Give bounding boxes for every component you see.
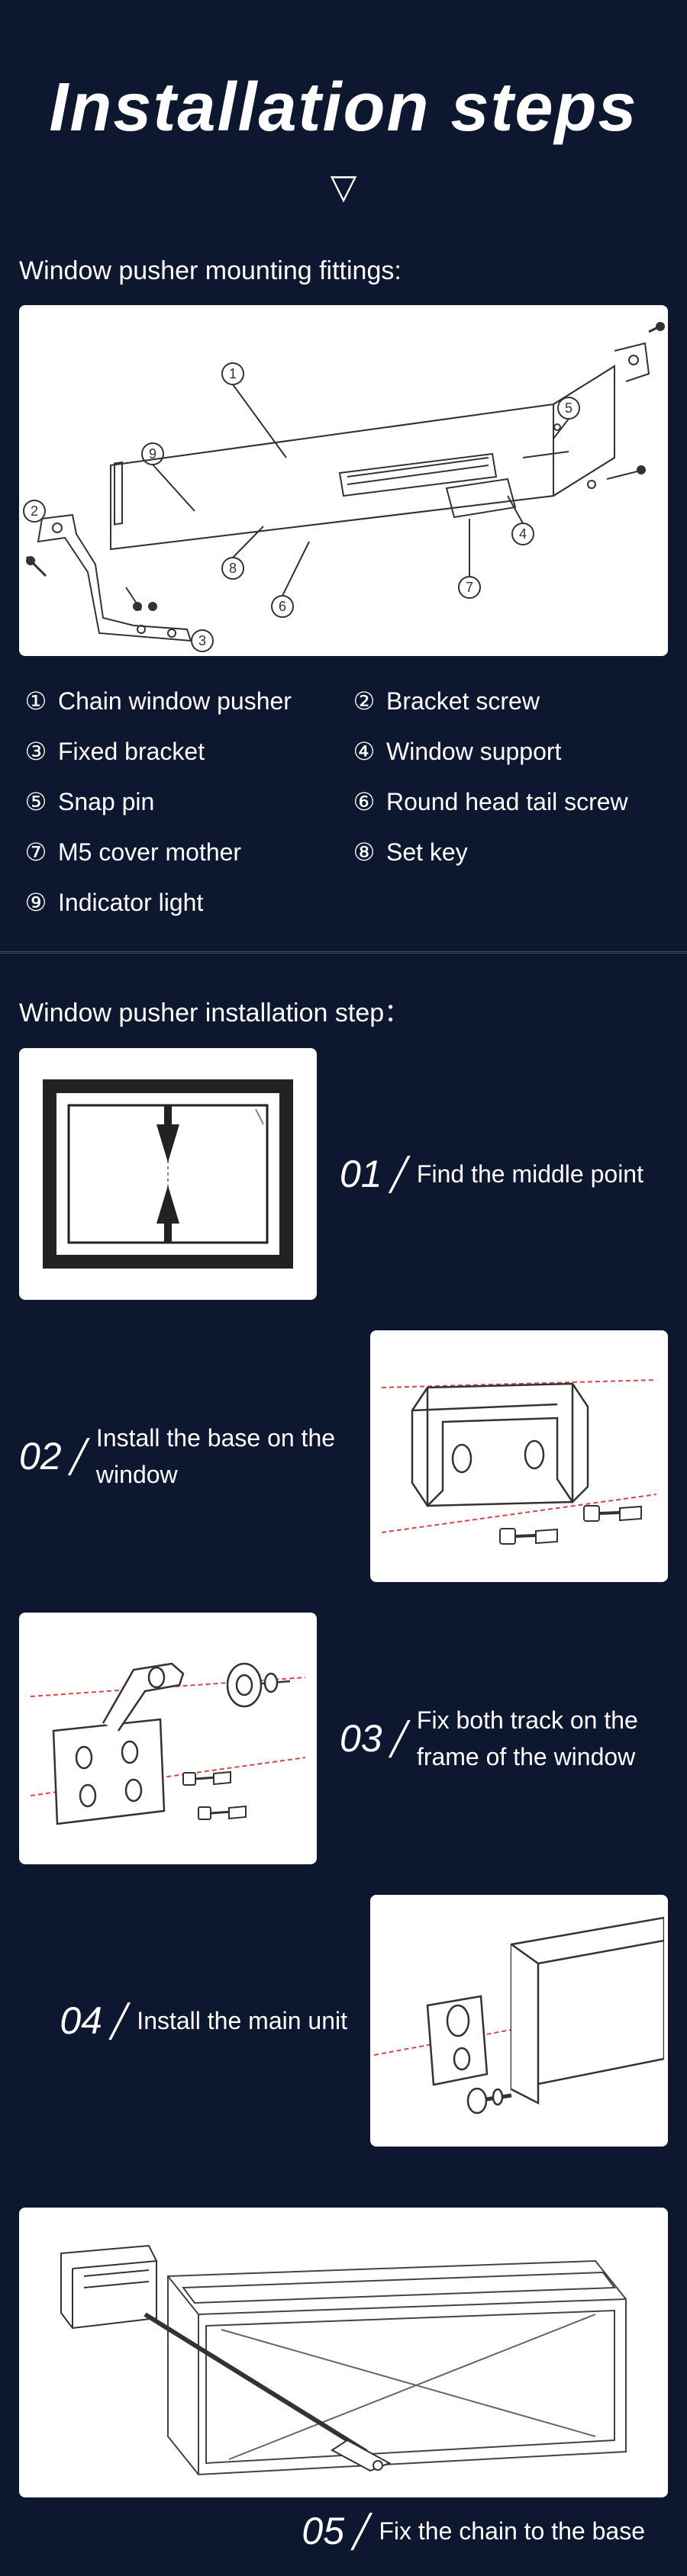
slash-icon: ╱ xyxy=(390,1156,409,1193)
legend-item: ⑦ M5 cover mother xyxy=(23,838,336,867)
step-row: 04 ╱ Install the main unit xyxy=(19,1895,668,2147)
legend-item: ③ Fixed bracket xyxy=(23,737,336,766)
legend-num: ⑨ xyxy=(23,888,49,917)
step-image xyxy=(19,2208,668,2497)
step-row: 02 ╱ Install the base on the window xyxy=(19,1330,668,1582)
legend-item: ⑥ Round head tail screw xyxy=(351,787,664,816)
legend-num: ② xyxy=(351,687,377,716)
slash-icon: ╱ xyxy=(390,1720,409,1758)
legend-item: ② Bracket screw xyxy=(351,687,664,716)
step-text: 03 ╱ Fix both track on the frame of the … xyxy=(340,1702,668,1775)
step-image xyxy=(370,1895,668,2147)
svg-text:2: 2 xyxy=(31,503,38,519)
legend-num: ⑦ xyxy=(23,838,49,867)
step-text: 01 ╱ Find the middle point xyxy=(340,1152,668,1196)
step-desc: Fix the chain to the base xyxy=(379,2513,645,2549)
steps-label: Window pusher installation step： xyxy=(0,954,687,1048)
step-row-wide: 05 ╱ Fix the chain to the base xyxy=(19,2208,668,2553)
slash-icon: ╱ xyxy=(69,1438,89,1475)
legend-item: ⑧ Set key xyxy=(351,838,664,867)
step-image xyxy=(19,1048,317,1300)
step-text: 02 ╱ Install the base on the window xyxy=(19,1420,347,1493)
svg-text:1: 1 xyxy=(229,366,237,381)
page-title: Installation steps xyxy=(15,69,672,147)
step-num: 02 xyxy=(19,1434,62,1478)
step-num: 05 xyxy=(302,2509,344,2553)
step-num: 04 xyxy=(60,1999,102,2043)
slash-icon: ╱ xyxy=(352,2513,371,2550)
legend-text: M5 cover mother xyxy=(58,838,241,867)
legend-text: Snap pin xyxy=(58,788,154,816)
svg-text:8: 8 xyxy=(229,561,237,576)
step-text: 04 ╱ Install the main unit xyxy=(19,1999,347,2043)
legend-grid: ① Chain window pusher ② Bracket screw ③ … xyxy=(0,656,687,951)
step-desc: Find the middle point xyxy=(417,1156,643,1192)
down-arrow-icon: ▽ xyxy=(15,166,672,207)
legend-num: ⑥ xyxy=(351,787,377,816)
step-image xyxy=(19,1613,317,1864)
legend-text: Round head tail screw xyxy=(386,788,628,816)
fittings-diagram: 1 2 3 4 5 6 7 8 9 xyxy=(19,305,668,656)
legend-num: ③ xyxy=(23,737,49,766)
svg-text:7: 7 xyxy=(466,580,473,595)
legend-item: ① Chain window pusher xyxy=(23,687,336,716)
legend-num: ⑧ xyxy=(351,838,377,867)
legend-item: ⑤ Snap pin xyxy=(23,787,336,816)
step-desc: Install the main unit xyxy=(137,2002,347,2039)
svg-text:9: 9 xyxy=(149,446,156,461)
legend-text: Indicator light xyxy=(58,889,203,917)
step-row: 01 ╱ Find the middle point xyxy=(19,1048,668,1300)
legend-text: Chain window pusher xyxy=(58,687,292,716)
step-text: 05 ╱ Fix the chain to the base xyxy=(19,2509,668,2553)
fittings-label: Window pusher mounting fittings: xyxy=(0,245,687,305)
legend-item: ④ Window support xyxy=(351,737,664,766)
legend-text: Window support xyxy=(386,738,561,766)
legend-num: ⑤ xyxy=(23,787,49,816)
legend-num: ① xyxy=(23,687,49,716)
legend-item: ⑨ Indicator light xyxy=(23,888,336,917)
legend-text: Fixed bracket xyxy=(58,738,205,766)
step-desc: Install the base on the window xyxy=(96,1420,347,1493)
legend-text: Set key xyxy=(386,838,468,867)
svg-text:5: 5 xyxy=(565,400,572,416)
legend-num: ④ xyxy=(351,737,377,766)
svg-text:4: 4 xyxy=(519,526,527,542)
svg-text:6: 6 xyxy=(279,599,286,614)
step-num: 03 xyxy=(340,1716,382,1761)
svg-text:3: 3 xyxy=(198,633,206,648)
step-desc: Fix both track on the frame of the windo… xyxy=(417,1702,668,1775)
header: Installation steps ▽ xyxy=(0,0,687,245)
step-num: 01 xyxy=(340,1152,382,1196)
slash-icon: ╱ xyxy=(110,2002,129,2040)
steps-container: 01 ╱ Find the middle point xyxy=(0,1048,687,2208)
step-image xyxy=(370,1330,668,1582)
step-row: 03 ╱ Fix both track on the frame of the … xyxy=(19,1613,668,1864)
legend-text: Bracket screw xyxy=(386,687,540,716)
